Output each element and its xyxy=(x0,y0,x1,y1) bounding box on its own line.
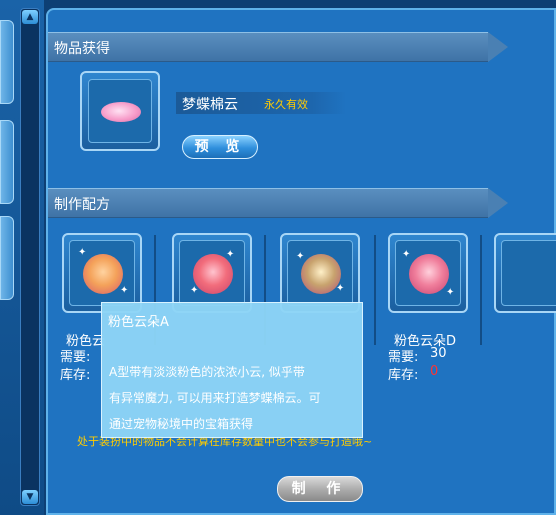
material-slot-3[interactable]: ✦ ✦ xyxy=(280,233,360,313)
material-slot-inner: ✦ ✦ xyxy=(69,240,135,306)
section-title-recipe: 制作配方 xyxy=(54,197,110,213)
slot-divider xyxy=(374,235,376,345)
sparkle-icon: ✦ xyxy=(296,251,305,262)
tooltip-line-3: 通过宠物秘境中的宝箱获得 xyxy=(109,417,254,431)
material-slot-5-empty[interactable] xyxy=(494,233,556,313)
material-slot-inner: ✦ ✦ xyxy=(179,240,245,306)
pink-cloud-orb-icon xyxy=(409,254,449,294)
material-slot-inner: ✦ ✦ xyxy=(395,240,461,306)
preview-button[interactable]: 预 览 xyxy=(182,135,258,159)
material-stock-value-4: 0 xyxy=(430,364,439,379)
material-slot-2[interactable]: ✦ ✦ xyxy=(172,233,252,313)
scrollbar-track[interactable] xyxy=(20,8,40,506)
material-slot-inner xyxy=(501,240,556,306)
sparkle-icon: ✦ xyxy=(336,283,345,294)
product-duration: 永久有效 xyxy=(264,98,308,111)
material-stock-label-4: 库存: xyxy=(388,368,419,383)
tooltip-line-2: 有异常魔力, 可以用来打造梦蝶棉云。可 xyxy=(109,391,321,405)
left-rail: ▲ ▼ xyxy=(0,0,44,515)
pink-cloud-icon xyxy=(101,102,141,122)
sparkle-icon: ✦ xyxy=(446,287,455,298)
side-tab-3[interactable] xyxy=(0,216,14,300)
material-slot-4[interactable]: ✦ ✦ xyxy=(388,233,468,313)
orange-cloud-orb-icon xyxy=(83,254,123,294)
section-header-obtain: 物品获得 xyxy=(48,32,508,62)
make-button[interactable]: 制 作 xyxy=(277,476,363,502)
sparkle-icon: ✦ xyxy=(78,247,87,258)
product-name: 梦蝶棉云 xyxy=(182,97,238,113)
material-need-value-4: 30 xyxy=(430,346,447,361)
tooltip-line-1: A型带有淡淡粉色的浓浓小云, 似乎带 xyxy=(109,365,305,379)
red-cloud-orb-icon xyxy=(193,254,233,294)
slot-divider xyxy=(480,235,482,345)
sparkle-icon: ✦ xyxy=(120,285,129,296)
product-slot[interactable] xyxy=(80,71,160,151)
sparkle-icon: ✦ xyxy=(226,249,235,260)
sparkle-icon: ✦ xyxy=(402,249,411,260)
material-slot-1[interactable]: ✦ ✦ xyxy=(62,233,142,313)
section-title-obtain: 物品获得 xyxy=(54,41,110,57)
material-need-label-4: 需要: xyxy=(388,350,419,365)
material-need-label-1: 需要: xyxy=(60,350,91,365)
side-tab-2[interactable] xyxy=(0,120,14,204)
section-header-recipe: 制作配方 xyxy=(48,188,508,218)
scroll-up-button[interactable]: ▲ xyxy=(22,10,38,24)
side-tab-1[interactable] xyxy=(0,20,14,104)
tooltip-title: 粉色云朵A xyxy=(108,315,169,330)
sparkle-icon: ✦ xyxy=(190,285,199,296)
green-pink-cloud-orb-icon xyxy=(301,254,341,294)
craft-panel: 物品获得 梦蝶棉云 永久有效 预 览 制作配方 ✦ ✦ ✦ ✦ ✦ ✦ ✦ ✦ … xyxy=(46,8,556,515)
material-stock-label-1: 库存: xyxy=(60,368,91,383)
product-slot-inner xyxy=(88,79,152,143)
scroll-down-button[interactable]: ▼ xyxy=(22,490,38,504)
item-tooltip: 粉色云朵A A型带有淡淡粉色的浓浓小云, 似乎带 有异常魔力, 可以用来打造梦蝶… xyxy=(101,302,363,438)
material-slot-inner: ✦ ✦ xyxy=(287,240,353,306)
